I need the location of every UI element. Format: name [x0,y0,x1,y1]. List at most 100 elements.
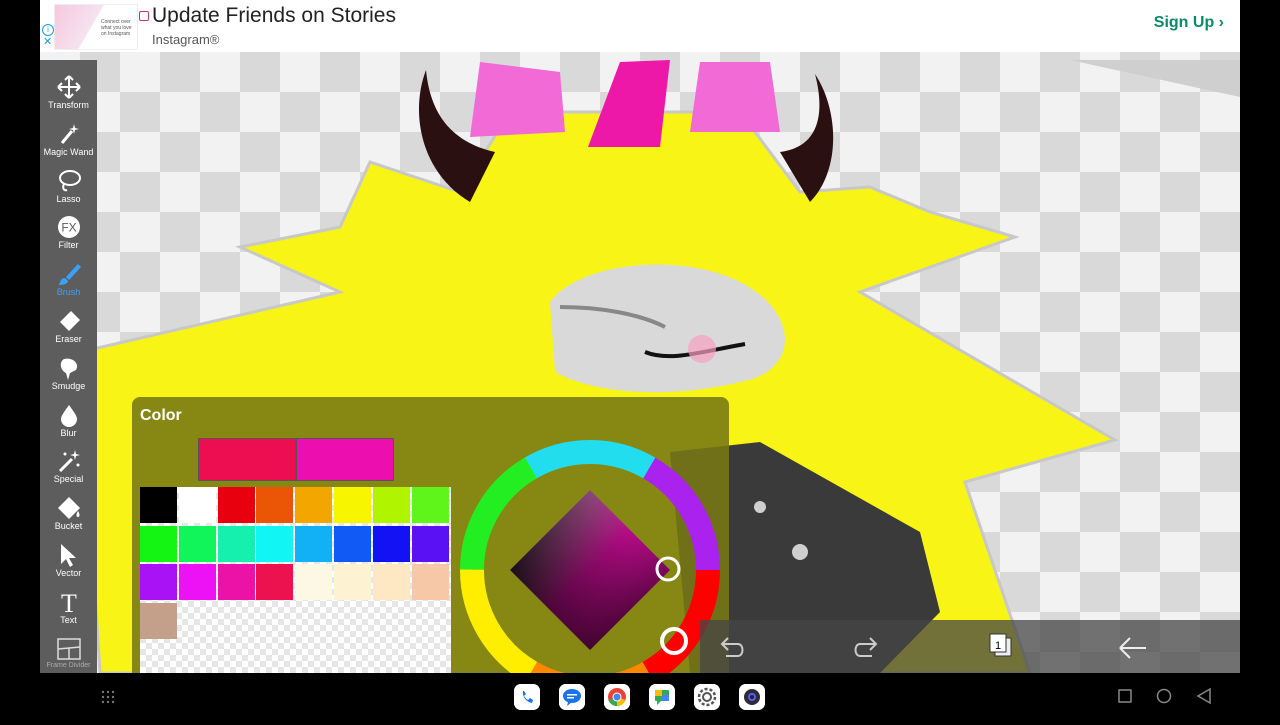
ad-thumb-text: Connect over what you love on Instagram [101,19,132,37]
palette-swatch[interactable] [295,564,333,601]
palette-swatch[interactable] [256,487,294,523]
vector-arrow-icon [40,542,97,568]
tool-label: Magic Wand [43,146,94,157]
move-icon [40,74,97,100]
eraser-icon [40,308,97,334]
palette-swatch[interactable] [256,525,294,562]
ear-right [690,62,780,132]
recents-icon[interactable] [1118,689,1132,703]
undo-icon[interactable] [720,637,744,657]
tool-special[interactable]: Special [40,446,97,492]
blur-drop-icon [40,402,97,428]
ad-signup-button[interactable]: Sign Up › [1154,14,1224,32]
messages-icon[interactable] [559,684,585,710]
ad-sponsor: Instagram® [152,32,220,47]
bucket-icon [40,495,97,521]
palette-swatch[interactable] [178,487,216,523]
frame-divider-icon [40,636,97,662]
palette-swatch[interactable] [334,525,371,562]
magic-wand-icon [40,121,97,147]
camera-icon[interactable] [739,684,765,710]
redo-icon[interactable] [854,637,878,657]
back-arrow-icon[interactable] [1119,637,1146,659]
fx-icon: FX [40,214,97,240]
palette-swatch[interactable] [372,525,410,562]
tool-label: Brush [56,287,81,298]
color-panel-title: Color [140,407,182,424]
palette-swatch[interactable] [372,487,410,523]
palette-swatch[interactable] [372,564,410,601]
tool-vector[interactable]: Vector [40,540,97,586]
svg-text:FX: FX [61,221,76,235]
tool-sidebar: Transform Magic Wand Lasso FX Filter Brush Era… [40,60,97,673]
ad-close-icon[interactable]: ✕ [43,36,52,48]
tool-label: Blur [60,427,77,438]
tool-blur[interactable]: Blur [40,400,97,446]
tool-label: Filter [58,240,79,251]
palette-swatch[interactable] [411,564,449,601]
tool-label: Special [53,474,84,485]
tool-text[interactable]: T Text [40,587,97,633]
palette-swatch[interactable] [411,487,449,523]
palette-swatch[interactable] [334,564,371,601]
ad-signup-label: Sign Up [1153,14,1215,31]
palette-swatch[interactable] [217,564,255,601]
palette-swatch[interactable] [295,487,333,523]
smudge-icon [40,355,97,381]
tool-label: Transform [48,100,89,110]
tool-smudge[interactable]: Smudge [40,353,97,399]
special-icon [40,448,97,474]
chrome-icon[interactable] [604,684,630,710]
app-drawer-icon[interactable] [101,690,115,704]
chevron-right-icon: › [1218,14,1224,31]
tool-label: Bucket [54,521,83,532]
color-wheel[interactable] [458,438,722,673]
svg-text:T: T [61,589,77,615]
palette-swatch[interactable] [178,564,216,601]
tool-magic-wand[interactable]: Magic Wand [40,119,97,165]
tool-filter[interactable]: FX Filter [40,212,97,258]
ad-banner[interactable]: i ✕ Connect over what you love on Instag… [40,0,1240,52]
palette-swatch[interactable] [334,487,371,523]
system-navbar [0,673,1280,720]
primary-color-swatch[interactable] [198,438,296,481]
palette-swatch[interactable] [295,525,333,562]
palette-swatch[interactable] [178,525,216,562]
tool-lasso[interactable]: Lasso [40,166,97,212]
palette-swatch[interactable] [140,487,177,523]
back-icon[interactable] [1196,687,1211,705]
chat-icon[interactable] [649,684,675,710]
lasso-icon [40,168,97,194]
palette-swatch[interactable] [217,525,255,562]
ad-title[interactable]: Update Friends on Stories [152,4,396,28]
tool-label: Frame Divider [46,661,91,669]
tool-label: Text [60,614,77,625]
center-horn [588,60,670,147]
brush-icon [40,261,97,287]
tool-bucket[interactable]: Bucket [40,493,97,539]
ad-thumbnail: Connect over what you love on Instagram [54,4,149,50]
palette-swatch[interactable] [140,564,177,601]
layers-icon[interactable]: 1 [989,633,1012,657]
tool-eraser[interactable]: Eraser [40,306,97,352]
palette-swatch[interactable] [217,487,255,523]
tool-label: Vector [55,568,82,578]
palette-swatch[interactable] [140,603,177,640]
home-icon[interactable] [1156,688,1172,704]
tool-brush[interactable]: Brush [40,259,97,305]
phone-icon[interactable] [514,684,540,710]
settings-icon[interactable] [694,684,720,710]
instagram-icon [139,11,149,21]
tool-label: Eraser [55,334,82,344]
tool-label: Smudge [51,380,86,391]
ad-info-icon[interactable]: i [42,24,54,36]
palette-swatch[interactable] [411,525,449,562]
palette-swatch[interactable] [256,564,294,601]
secondary-color-swatch[interactable] [296,438,394,481]
tool-transform[interactable]: Transform [40,72,97,118]
bottom-toolbar: 1 [700,620,1240,673]
ear-left [470,62,565,137]
palette-swatch[interactable] [140,525,177,562]
color-palette [140,487,451,673]
layers-count: 1 [995,640,1001,652]
